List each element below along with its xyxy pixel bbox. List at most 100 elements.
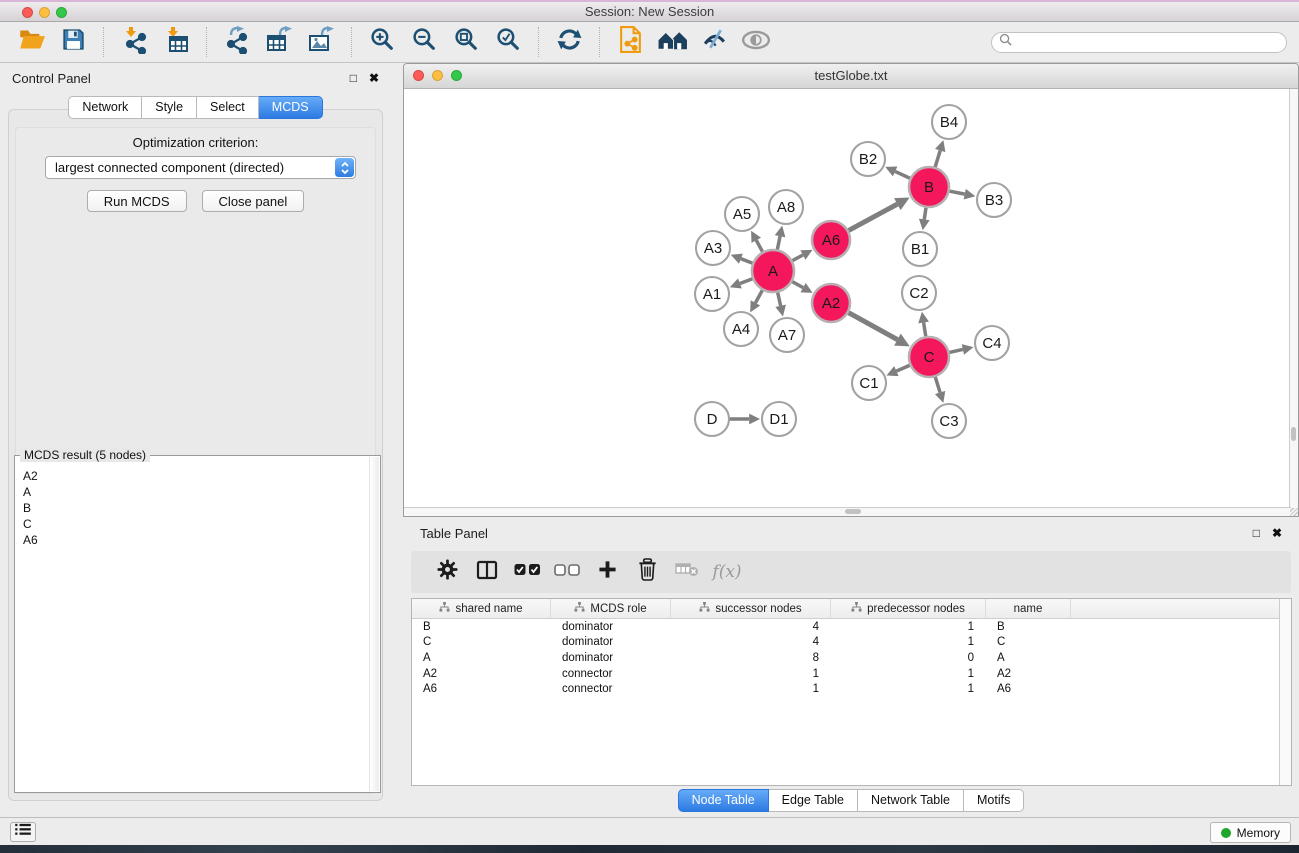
tab-edge-table[interactable]: Edge Table (769, 789, 858, 812)
control-panel: Control Panel □ ✖ NetworkStyleSelectMCDS… (0, 63, 391, 817)
import-network-icon (120, 26, 148, 59)
resize-grip-icon[interactable] (1290, 508, 1298, 516)
table-row[interactable]: A2connector11A2 (412, 666, 1291, 682)
cell-predecessor-nodes: 1 (831, 621, 986, 633)
table-panel: Table Panel □ ✖ (403, 517, 1299, 817)
cell-successor-nodes: 8 (671, 652, 831, 664)
tab-motifs[interactable]: Motifs (964, 789, 1024, 812)
close-table-panel-icon[interactable]: ✖ (1272, 527, 1282, 539)
delete-columns-button[interactable] (627, 554, 667, 590)
unselect-all-columns-button[interactable] (547, 554, 587, 590)
result-item[interactable]: A2 (23, 468, 369, 484)
function-builder-button: f(x) (707, 554, 747, 590)
network-title: testGlobe.txt (404, 68, 1298, 83)
zoom-selected-button[interactable] (490, 26, 526, 58)
network-horizontal-scrollbar[interactable] (404, 507, 1291, 516)
cell-successor-nodes: 1 (671, 668, 831, 680)
column-header-name[interactable]: name (986, 599, 1071, 618)
import-network-button[interactable] (116, 26, 152, 58)
table-row[interactable]: Bdominator41B (412, 619, 1291, 635)
table-mode-button[interactable] (427, 554, 467, 590)
table-tabs: Node TableEdge TableNetwork TableMotifs (403, 789, 1299, 812)
task-history-button[interactable] (10, 822, 36, 842)
zoom-fit-button[interactable] (448, 26, 484, 58)
column-header-successor-nodes[interactable]: successor nodes (671, 599, 831, 618)
cell-name: C (986, 636, 1071, 648)
result-item[interactable]: B (23, 500, 369, 516)
refresh-layout-button[interactable] (551, 26, 587, 58)
toolbar-separator (206, 27, 207, 57)
node-label-A6: A6 (822, 232, 840, 249)
ndex-button[interactable] (612, 26, 648, 58)
float-panel-icon[interactable]: □ (350, 72, 357, 84)
create-column-button[interactable] (587, 554, 627, 590)
node-label-B2: B2 (859, 151, 877, 168)
criterion-dropdown[interactable]: largest connected component (directed) (45, 156, 356, 179)
export-image-button[interactable] (303, 26, 339, 58)
cell-MCDS-role: connector (551, 683, 671, 695)
edge-arrowhead (775, 226, 786, 238)
memory-label: Memory (1237, 826, 1280, 840)
zoom-out-icon (411, 26, 438, 58)
tab-mcds[interactable]: MCDS (259, 96, 323, 119)
home-browser-button[interactable] (654, 26, 690, 58)
network-canvas[interactable]: B4B2BB3A5A8A6A3AB1A1C2A2A4A7C4CC1DD1C3 (405, 89, 1290, 508)
cell-shared-name: A (412, 652, 551, 664)
search-input[interactable] (1016, 34, 1286, 50)
cell-predecessor-nodes: 1 (831, 683, 986, 695)
zoom-in-button[interactable] (364, 26, 400, 58)
tab-network[interactable]: Network (68, 96, 142, 119)
table-vertical-scrollbar[interactable] (1279, 599, 1291, 785)
network-vertical-scrollbar[interactable] (1289, 89, 1298, 508)
result-item[interactable]: A (23, 484, 369, 500)
edge-arrowhead (962, 344, 974, 355)
tab-select[interactable]: Select (197, 96, 259, 119)
annotation-toggle-button[interactable] (696, 26, 732, 58)
show-columns-button[interactable] (467, 554, 507, 590)
column-header-shared-name[interactable]: shared name (412, 599, 551, 618)
global-search-field[interactable] (991, 32, 1287, 53)
tab-network-table[interactable]: Network Table (858, 789, 964, 812)
result-item[interactable]: C (23, 516, 369, 532)
save-session-button[interactable] (55, 26, 91, 58)
dropdown-stepper-icon (335, 158, 354, 177)
column-header-predecessor-nodes[interactable]: predecessor nodes (831, 599, 986, 618)
export-network-button[interactable] (219, 26, 255, 58)
double-house-icon (657, 28, 688, 57)
open-session-button[interactable] (13, 26, 49, 58)
close-panel-button[interactable]: Close panel (202, 190, 305, 212)
toolbar-separator (599, 27, 600, 57)
node-label-A2: A2 (822, 295, 840, 312)
columns-icon (476, 559, 498, 586)
cell-MCDS-role: dominator (551, 652, 671, 664)
cell-successor-nodes: 1 (671, 683, 831, 695)
tab-node-table[interactable]: Node Table (678, 789, 769, 812)
result-item[interactable]: A6 (23, 532, 369, 548)
cell-MCDS-role: dominator (551, 621, 671, 633)
cell-predecessor-nodes: 0 (831, 652, 986, 664)
table-row[interactable]: A6connector11A6 (412, 681, 1291, 697)
close-panel-icon[interactable]: ✖ (369, 72, 379, 84)
table-row[interactable]: Cdominator41C (412, 635, 1291, 651)
run-mcds-button[interactable]: Run MCDS (87, 190, 187, 212)
export-table-button[interactable] (261, 26, 297, 58)
cell-shared-name: A6 (412, 683, 551, 695)
node-label-B1: B1 (911, 241, 929, 258)
table-row[interactable]: Adominator80A (412, 650, 1291, 666)
result-scrollbar[interactable] (369, 457, 379, 791)
float-table-panel-icon[interactable]: □ (1253, 527, 1260, 539)
tab-style[interactable]: Style (142, 96, 197, 119)
zoom-out-button[interactable] (406, 26, 442, 58)
network-graph[interactable]: B4B2BB3A5A8A6A3AB1A1C2A2A4A7C4CC1DD1C3 (405, 89, 1292, 510)
column-header-MCDS-role[interactable]: MCDS role (551, 599, 671, 618)
export-image-icon (307, 26, 335, 59)
select-all-columns-button[interactable] (507, 554, 547, 590)
memory-button[interactable]: Memory (1210, 822, 1291, 843)
table-body: Bdominator41BCdominator41CAdominator80AA… (412, 619, 1291, 697)
attribute-tree-icon (574, 602, 585, 615)
table-panel-title: Table Panel (420, 526, 488, 541)
level-of-detail-button[interactable] (738, 26, 774, 58)
node-label-A: A (768, 263, 778, 280)
node-table[interactable]: shared nameMCDS rolesuccessor nodesprede… (411, 598, 1292, 786)
import-table-button[interactable] (158, 26, 194, 58)
